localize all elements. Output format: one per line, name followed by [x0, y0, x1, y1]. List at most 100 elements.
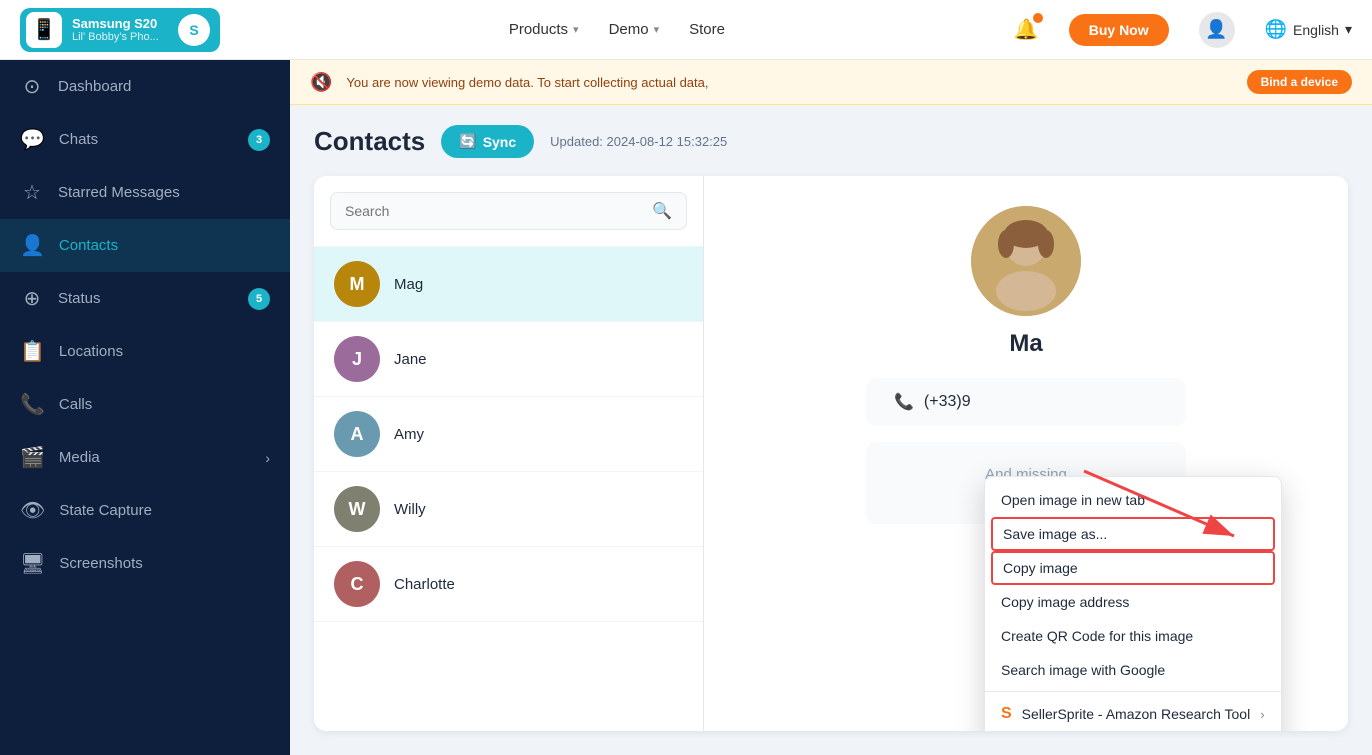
sidebar-item-starred[interactable]: ☆ Starred Messages — [0, 166, 290, 219]
sidebar-item-calls[interactable]: 📞 Calls — [0, 378, 290, 431]
contact-name-amy: Amy — [394, 426, 424, 443]
detail-name: Ma — [1009, 330, 1042, 358]
page-content: Contacts 🔄 Sync Updated: 2024-08-12 15:3… — [290, 105, 1372, 755]
contact-name-jane: Jane — [394, 351, 427, 368]
language-selector[interactable]: 🌐 English ▾ — [1265, 19, 1352, 40]
sidebar-label-starred: Starred Messages — [58, 184, 180, 201]
app-logo[interactable]: 📱 Samsung S20 Lil' Bobby's Pho... S — [20, 8, 220, 52]
lang-chevron: ▾ — [1345, 21, 1352, 38]
contacts-icon: 👤 — [20, 233, 45, 258]
buy-now-button[interactable]: Buy Now — [1069, 14, 1169, 46]
notification-bell[interactable]: 🔔 — [1014, 17, 1039, 42]
app-subtitle: Lil' Bobby's Pho... — [72, 31, 159, 43]
sellersprite-label: SellerSprite - Amazon Research Tool — [1022, 706, 1251, 722]
copy-image-label: Copy image — [1003, 560, 1078, 576]
context-menu-save-image[interactable]: Save image as... — [991, 517, 1275, 551]
sidebar-label-state-capture: State Capture — [59, 502, 152, 519]
products-label: Products — [509, 21, 568, 38]
contact-avatar-willy: W — [334, 486, 380, 532]
context-menu-copy-address[interactable]: Copy image address — [985, 585, 1281, 619]
sidebar-label-locations: Locations — [59, 343, 123, 360]
qr-code-label: Create QR Code for this image — [1001, 628, 1193, 644]
sync-icon: 🔄 — [459, 133, 476, 150]
search-container: 🔍 — [314, 176, 703, 247]
detail-phone: 📞 (+33)9 — [866, 378, 1186, 426]
language-label: English — [1293, 22, 1339, 38]
sidebar-item-dashboard[interactable]: ⊙ Dashboard — [0, 60, 290, 113]
contact-item-charlotte[interactable]: C Charlotte — [314, 547, 703, 622]
demo-label: Demo — [609, 21, 649, 38]
context-menu-search-google[interactable]: Search image with Google — [985, 653, 1281, 687]
app-icon: 📱 — [26, 12, 62, 48]
context-menu-qr-code[interactable]: Create QR Code for this image — [985, 619, 1281, 653]
status-badge: 5 — [248, 288, 270, 310]
sync-button[interactable]: 🔄 Sync — [441, 125, 534, 158]
sidebar-label-media: Media — [59, 449, 100, 466]
contacts-scroll[interactable]: M Mag J Jane A Amy W Wil — [314, 247, 703, 731]
status-icon: ⊕ — [20, 286, 44, 311]
search-google-label: Search image with Google — [1001, 662, 1165, 678]
save-image-label: Save image as... — [1003, 526, 1107, 542]
bell-badge — [1033, 13, 1043, 23]
nav-demo[interactable]: Demo ▾ — [609, 21, 660, 38]
sidebar-item-contacts[interactable]: 👤 Contacts — [0, 219, 290, 272]
state-capture-icon: 👁 — [20, 498, 45, 523]
updated-timestamp: Updated: 2024-08-12 15:32:25 — [550, 134, 727, 149]
sidebar-item-screenshots[interactable]: 🖥 Screenshots — [0, 537, 290, 590]
app-title-group: Samsung S20 Lil' Bobby's Pho... — [72, 16, 159, 43]
sidebar-item-media[interactable]: 🎬 Media › — [0, 431, 290, 484]
context-menu-divider-1 — [985, 691, 1281, 692]
contact-item-mag[interactable]: M Mag — [314, 247, 703, 322]
sidebar-item-chats[interactable]: 💬 Chats 3 — [0, 113, 290, 166]
nav-products[interactable]: Products ▾ — [509, 21, 579, 38]
locations-icon: 📋 — [20, 339, 45, 364]
starred-icon: ☆ — [20, 180, 44, 205]
context-menu-open-tab[interactable]: Open image in new tab — [985, 483, 1281, 517]
sidebar-label-chats: Chats — [59, 131, 98, 148]
contact-name-willy: Willy — [394, 501, 426, 518]
demo-banner-text: You are now viewing demo data. To start … — [346, 75, 708, 90]
copy-address-label: Copy image address — [1001, 594, 1129, 610]
sidebar: ⊙ Dashboard 💬 Chats 3 ☆ Starred Messages… — [0, 60, 290, 755]
contact-avatar-amy: A — [334, 411, 380, 457]
contacts-list: 🔍 M Mag J Jane A — [314, 176, 704, 731]
page-header: Contacts 🔄 Sync Updated: 2024-08-12 15:3… — [314, 125, 1348, 158]
main-layout: ⊙ Dashboard 💬 Chats 3 ☆ Starred Messages… — [0, 60, 1372, 755]
phone-icon: 📞 — [894, 392, 914, 412]
detail-avatar-svg — [971, 206, 1081, 316]
search-icon: 🔍 — [652, 201, 672, 221]
contact-avatar-jane: J — [334, 336, 380, 382]
sidebar-label-screenshots: Screenshots — [59, 555, 142, 572]
context-menu-sellersprite[interactable]: S SellerSprite - Amazon Research Tool › — [985, 696, 1281, 731]
contact-avatar-mag: M — [334, 261, 380, 307]
contact-name-mag: Mag — [394, 276, 423, 293]
contact-item-jane[interactable]: J Jane — [314, 322, 703, 397]
calls-icon: 📞 — [20, 392, 45, 417]
device-name: Samsung S20 — [72, 16, 159, 31]
context-menu: Open image in new tab Save image as... C… — [984, 476, 1282, 731]
bind-device-button[interactable]: Bind a device — [1247, 70, 1352, 94]
sidebar-label-dashboard: Dashboard — [58, 78, 131, 95]
demo-chevron: ▾ — [654, 23, 660, 36]
contacts-panel: 🔍 M Mag J Jane A — [314, 176, 1348, 731]
sidebar-item-status[interactable]: ⊕ Status 5 — [0, 272, 290, 325]
search-input[interactable] — [345, 203, 642, 219]
sync-label: Sync — [483, 134, 516, 150]
contact-item-amy[interactable]: A Amy — [314, 397, 703, 472]
page-title: Contacts — [314, 126, 425, 157]
logo-avatar[interactable]: S — [178, 14, 210, 46]
sidebar-item-state-capture[interactable]: 👁 State Capture — [0, 484, 290, 537]
chats-icon: 💬 — [20, 127, 45, 152]
screenshots-icon: 🖥 — [20, 551, 45, 576]
demo-banner: 🔇 You are now viewing demo data. To star… — [290, 60, 1372, 105]
media-chevron: › — [265, 450, 270, 466]
search-input-wrap[interactable]: 🔍 — [330, 192, 687, 230]
sellersprite-icon: S — [1001, 705, 1012, 723]
context-menu-copy-image[interactable]: Copy image — [991, 551, 1275, 585]
user-icon[interactable]: 👤 — [1199, 12, 1235, 48]
contact-item-willy[interactable]: W Willy — [314, 472, 703, 547]
sidebar-item-locations[interactable]: 📋 Locations — [0, 325, 290, 378]
nav-center: Products ▾ Demo ▾ Store — [250, 21, 984, 38]
chats-badge: 3 — [248, 129, 270, 151]
nav-store[interactable]: Store — [689, 21, 725, 38]
